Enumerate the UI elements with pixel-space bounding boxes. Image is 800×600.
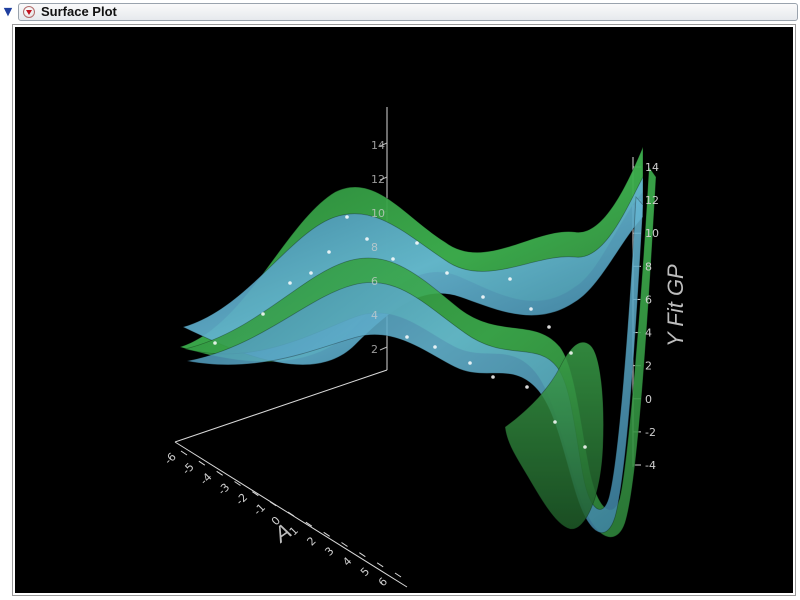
z-tick-label: 0 xyxy=(645,393,652,406)
a-tick-label: -5 xyxy=(180,460,197,477)
z-tick-label: 14 xyxy=(645,161,659,174)
disclosure-triangle-icon[interactable]: ▼ xyxy=(2,6,14,18)
a-tick-label: 6 xyxy=(376,575,390,589)
surface-data-point xyxy=(569,351,573,355)
a-tick-label: 5 xyxy=(358,565,372,579)
surface-data-point xyxy=(529,307,533,311)
a-tick-mark xyxy=(287,511,295,517)
back-depth-axis-line xyxy=(174,369,388,443)
a-tick-mark xyxy=(269,501,277,507)
surface-data-point xyxy=(213,341,217,345)
a-tick-mark xyxy=(376,562,384,568)
section-title-bar[interactable]: Surface Plot xyxy=(18,3,798,21)
surface-data-point xyxy=(365,237,369,241)
surface-data-point xyxy=(288,281,292,285)
back-tick-label: 6 xyxy=(371,275,378,288)
a-tick-label: -3 xyxy=(215,481,232,498)
surface-data-point xyxy=(391,257,395,261)
back-tick-mark xyxy=(379,346,388,351)
a-tick-mark xyxy=(216,470,223,476)
surface-data-point xyxy=(547,325,551,329)
section-title: Surface Plot xyxy=(41,4,117,19)
surface-plot-frame: 14 12 10 8 6 4 2 0 -2 -4 -6 -5 -4 -3 -2 -1 0 1 2 3 4 5 6 2 4 6 8 10… xyxy=(12,24,796,596)
surface-data-point xyxy=(508,277,512,281)
outline-header: ▼ Surface Plot xyxy=(0,0,800,24)
surface-data-point xyxy=(491,375,495,379)
surface-data-point xyxy=(583,445,587,449)
back-tick-label: 14 xyxy=(371,139,385,152)
back-tick-label: 12 xyxy=(371,173,385,186)
red-triangle-menu-icon[interactable] xyxy=(23,6,35,18)
a-tick-label: 4 xyxy=(340,555,354,569)
a-tick-label: 3 xyxy=(322,544,336,558)
surface-data-point xyxy=(327,250,331,254)
a-tick-mark xyxy=(394,572,402,578)
back-tick-label: 2 xyxy=(371,343,378,356)
a-tick-label: -2 xyxy=(233,491,250,508)
surface-data-point xyxy=(445,271,449,275)
a-tick-mark xyxy=(341,542,348,547)
back-tick-label: 10 xyxy=(371,207,385,220)
a-tick-label: -6 xyxy=(162,450,179,467)
surface-data-point xyxy=(261,312,265,316)
z-tick-label: -2 xyxy=(645,426,656,439)
z-axis-title: Y Fit GP xyxy=(663,264,688,347)
surface-layer xyxy=(178,146,657,538)
a-tick-label: -1 xyxy=(251,501,268,518)
a-tick-mark xyxy=(180,450,188,456)
a-tick-label: 2 xyxy=(305,534,319,548)
z-tick-label: 12 xyxy=(645,194,659,207)
surface-data-point xyxy=(433,345,437,349)
back-tick-label: 4 xyxy=(371,309,378,322)
surface-data-point xyxy=(405,335,409,339)
surface-data-point xyxy=(309,271,313,275)
back-tick-label: 8 xyxy=(371,241,378,254)
surface-plot-canvas[interactable]: 14 12 10 8 6 4 2 0 -2 -4 -6 -5 -4 -3 -2 -1 0 1 2 3 4 5 6 2 4 6 8 10… xyxy=(15,27,793,593)
surface-data-point xyxy=(415,241,419,245)
z-tick-label: 2 xyxy=(645,360,652,373)
z-tick-label: 4 xyxy=(645,327,652,340)
z-tick-label: 6 xyxy=(645,293,652,306)
surface-data-point xyxy=(468,361,472,365)
z-tick-label: 8 xyxy=(645,260,652,273)
a-tick-mark xyxy=(198,460,206,466)
surface-data-point xyxy=(525,385,529,389)
surface-plot-svg[interactable]: 14121086420-2-4-6-5-4-3-2-10123456246810… xyxy=(15,27,793,593)
z-tick-label: 10 xyxy=(645,227,659,240)
a-tick-label: -4 xyxy=(198,471,215,488)
a-tick-mark xyxy=(359,552,366,558)
surface-data-point xyxy=(345,215,349,219)
surface-data-point xyxy=(553,420,557,424)
surface-data-point xyxy=(481,295,485,299)
z-tick-label: -4 xyxy=(645,459,656,472)
